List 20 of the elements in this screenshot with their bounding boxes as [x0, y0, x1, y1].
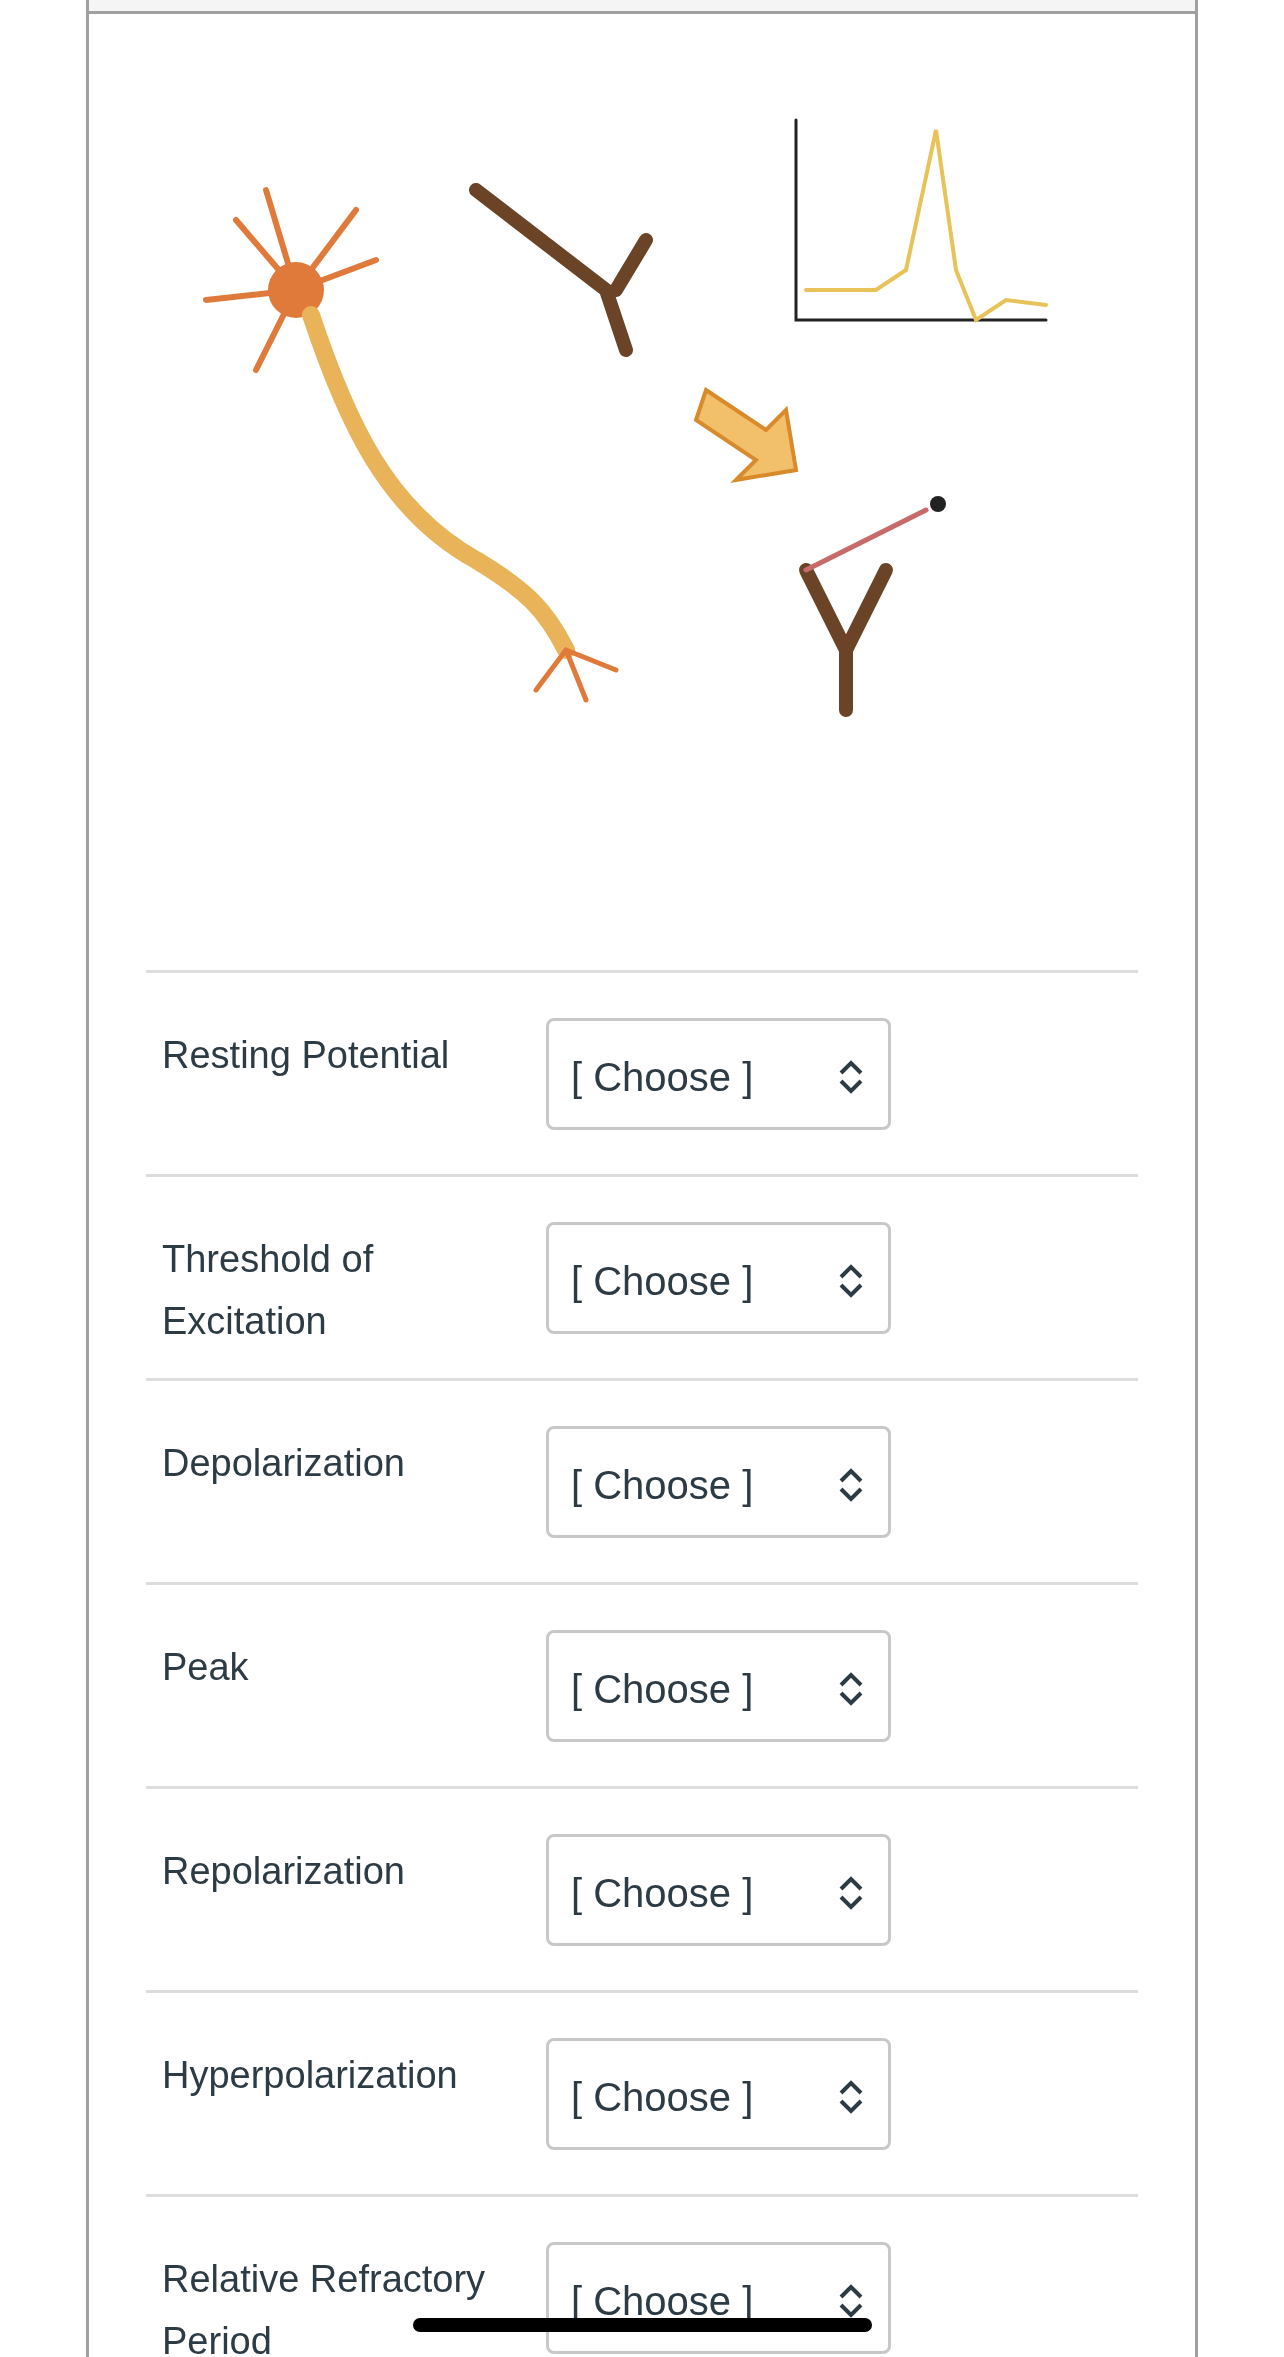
- up-down-chevron-icon: [838, 1672, 864, 1706]
- question-label: Peak: [161, 1645, 250, 1690]
- question-label: Repolarization: [161, 1849, 406, 1894]
- answer-dropdown[interactable]: [ Choose ]: [546, 1630, 891, 1742]
- up-down-chevron-icon: [838, 2284, 864, 2318]
- question-label: Hyperpolarization: [161, 2053, 459, 2098]
- answer-dropdown[interactable]: [ Choose ]: [546, 1018, 891, 1130]
- up-down-chevron-icon: [838, 1468, 864, 1502]
- answer-dropdown[interactable]: [ Choose ]: [546, 1426, 891, 1538]
- question-label: Relative Refractory Period: [161, 2257, 487, 2357]
- up-down-chevron-icon: [838, 1060, 864, 1094]
- up-down-chevron-icon: [838, 1876, 864, 1910]
- question-label: Resting Potential: [161, 1033, 451, 1078]
- answer-dropdown[interactable]: [ Choose ]: [546, 1834, 891, 1946]
- up-down-chevron-icon: [838, 1264, 864, 1298]
- question-label: Threshold of Excitation: [161, 1237, 375, 1344]
- question-label: Depolarization: [161, 1441, 406, 1486]
- answer-dropdown[interactable]: [ Choose ]: [546, 2038, 891, 2150]
- answer-dropdown[interactable]: [ Choose ]: [546, 1222, 891, 1334]
- up-down-chevron-icon: [838, 2080, 864, 2114]
